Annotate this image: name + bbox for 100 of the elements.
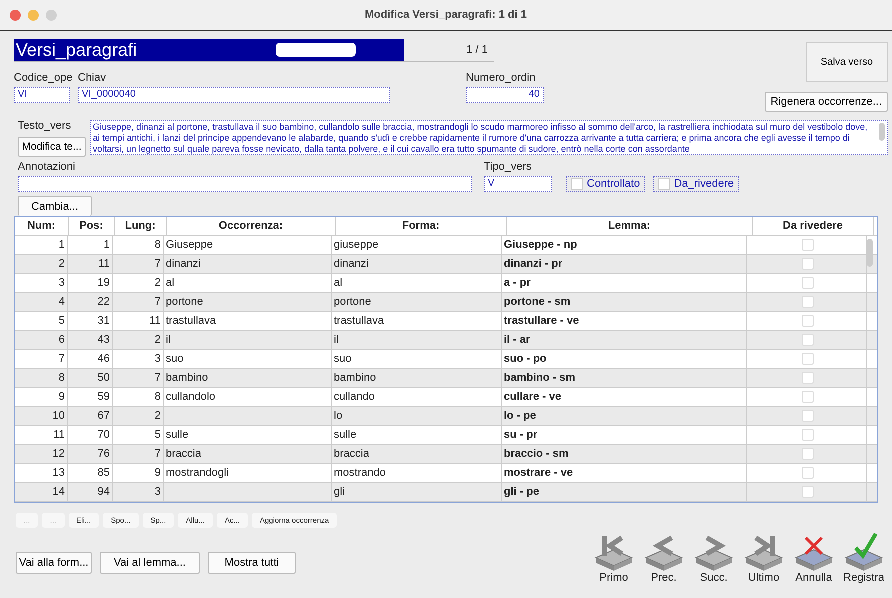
regenerate-button[interactable]: Rigenera occorrenze... xyxy=(764,92,888,112)
checkbox[interactable] xyxy=(802,296,814,308)
table-cell: 14 xyxy=(15,483,68,501)
window-title: Modifica Versi_paragrafi: 1 di 1 xyxy=(364,9,527,21)
table-cell: 8 xyxy=(15,369,68,387)
nav-button[interactable]: Mostra tutti xyxy=(208,552,296,574)
table-cell: 12 xyxy=(15,445,68,463)
input-field[interactable]: VI xyxy=(14,87,70,103)
input-field[interactable]: V xyxy=(484,176,552,192)
checkbox[interactable] xyxy=(802,258,814,270)
checkbox[interactable] xyxy=(802,239,814,251)
table-cell: bambino xyxy=(164,369,332,387)
minimize-button[interactable] xyxy=(28,10,39,20)
table-cell: 70 xyxy=(68,426,113,444)
table-cell: 5 xyxy=(15,312,68,330)
table-cell: al xyxy=(164,274,332,292)
checkbox[interactable] xyxy=(802,277,814,289)
table-cell: su - pr xyxy=(502,426,747,444)
save-button[interactable]: Salva verso xyxy=(806,42,888,82)
table-cell: 8 xyxy=(113,236,164,254)
nav-button[interactable]: Vai al lemma... xyxy=(100,552,200,574)
table-cell: dinanzi xyxy=(164,255,332,273)
table-cell: 2 xyxy=(113,331,164,349)
input-field[interactable] xyxy=(18,176,472,192)
change-button[interactable]: Cambia... xyxy=(18,196,92,216)
table-cell: il - ar xyxy=(502,331,747,349)
record-counter: 1 / 1 xyxy=(466,44,488,56)
column-header[interactable]: Lemma: xyxy=(507,217,753,235)
table-cell: 2 xyxy=(15,255,68,273)
table-cell: sulle xyxy=(332,426,502,444)
table-cell: 50 xyxy=(68,369,113,387)
table-cell: portone - sm xyxy=(502,293,747,311)
search-field[interactable] xyxy=(276,43,356,57)
table-cell: cullandolo xyxy=(164,388,332,406)
checkbox[interactable] xyxy=(802,315,814,327)
column-header[interactable]: Forma: xyxy=(336,217,507,235)
table-cell: cullando xyxy=(332,388,502,406)
cancel-button[interactable]: Annulla xyxy=(790,532,838,584)
column-header[interactable]: Occorrenza: xyxy=(167,217,336,235)
checkbox[interactable] xyxy=(802,410,814,422)
input-field[interactable]: 40 xyxy=(466,87,544,103)
checkbox[interactable] xyxy=(802,391,814,403)
table-cell: 59 xyxy=(68,388,113,406)
navigation-button[interactable]: Primo xyxy=(590,532,638,584)
navigation-button[interactable]: Prec. xyxy=(640,532,688,584)
table-cell: gli xyxy=(332,483,502,501)
table-cell: al xyxy=(332,274,502,292)
table-cell: 7 xyxy=(113,293,164,311)
table-cell: 1 xyxy=(15,236,68,254)
checkbox[interactable] xyxy=(802,448,814,460)
checkbox[interactable] xyxy=(802,334,814,346)
table-cell: portone xyxy=(164,293,332,311)
table-cell: trastullava xyxy=(164,312,332,330)
table-cell: 22 xyxy=(68,293,113,311)
input-field[interactable]: VI_0000040 xyxy=(78,87,390,103)
table-cell: 94 xyxy=(68,483,113,501)
table-cell: portone xyxy=(332,293,502,311)
checkbox[interactable] xyxy=(802,486,814,498)
text-area[interactable]: Giuseppe, dinanzi al portone, trastullava il suo bambino, cullandolo sulle braccia, mostrandogli lo scudo marmoreo infisso al sommo dell'arco, la rastrelliera inchiodata sul muro del vestibolo dove, ai tempi antichi, i lanzi del principe appendevano le alabarde, quando s'udì e crebbe rapidamente il rumore d'una carrozza arrivante a tutta carriera; e prima ancora che egli avesse il tempo di voltarsi, un legnetto sul quale pareva fosse nevicato, dalla tanta polvere, e il cui cavallo era tutto spumante di sudore, entrò nella corte con assordante xyxy=(90,120,888,155)
checkbox[interactable]: Da_rivedere xyxy=(653,176,740,192)
table-cell: 9 xyxy=(113,464,164,482)
checkbox[interactable] xyxy=(802,353,814,365)
nav-button[interactable]: Vai alla form... xyxy=(16,552,92,574)
table-cell: 4 xyxy=(15,293,68,311)
table-cell: 67 xyxy=(68,407,113,425)
navigation-button[interactable]: Succ. xyxy=(690,532,738,584)
edit-text-button[interactable]: Modifica te... xyxy=(18,137,86,157)
table-cell: lo - pe xyxy=(502,407,747,425)
column-header[interactable]: Pos: xyxy=(69,217,115,235)
checkbox[interactable] xyxy=(802,372,814,384)
scrollbar[interactable] xyxy=(867,239,873,267)
save-button[interactable]: Registra xyxy=(840,532,888,584)
table-cell: 2 xyxy=(113,274,164,292)
zoom-button[interactable] xyxy=(46,10,57,20)
column-header[interactable]: Lung: xyxy=(115,217,167,235)
table-cell: mostrare - ve xyxy=(502,464,747,482)
table-cell: sulle xyxy=(164,426,332,444)
table-cell: Giuseppe - np xyxy=(502,236,747,254)
checkbox[interactable] xyxy=(802,467,814,479)
checkbox[interactable]: Controllato xyxy=(566,176,646,192)
table-cell: 43 xyxy=(68,331,113,349)
column-header[interactable]: Num: xyxy=(15,217,69,235)
checkbox[interactable] xyxy=(802,429,814,441)
table-cell: 6 xyxy=(15,331,68,349)
table-cell: 8 xyxy=(113,388,164,406)
table-cell: mostrandogli xyxy=(164,464,332,482)
table-cell: mostrando xyxy=(332,464,502,482)
table-cell: 13 xyxy=(15,464,68,482)
scrollbar[interactable] xyxy=(879,123,885,141)
close-button[interactable] xyxy=(10,10,21,20)
table-cell: gli - pe xyxy=(502,483,747,501)
table-cell: 7 xyxy=(113,369,164,387)
column-header[interactable]: Da rivedere xyxy=(753,217,874,235)
navigation-button[interactable]: Ultimo xyxy=(740,532,788,584)
table-cell: 11 xyxy=(113,312,164,330)
table-cell: suo xyxy=(332,350,502,368)
field-label: Codice_ope xyxy=(14,72,73,84)
table-cell: 46 xyxy=(68,350,113,368)
table-cell: il xyxy=(164,331,332,349)
table-cell: il xyxy=(332,331,502,349)
